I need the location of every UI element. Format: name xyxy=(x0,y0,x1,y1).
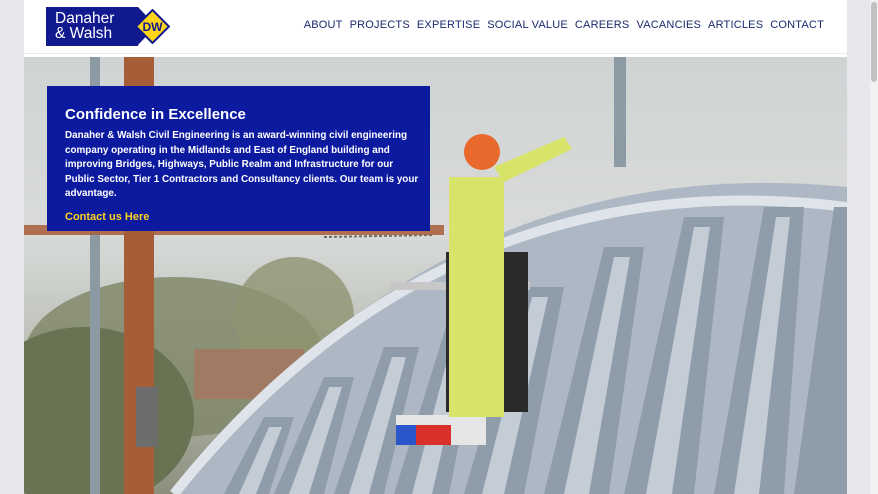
nav-careers[interactable]: CAREERS xyxy=(575,19,630,31)
nav-expertise[interactable]: EXPERTISE xyxy=(417,19,480,31)
nav-articles[interactable]: ARTICLES xyxy=(708,19,763,31)
site-header: Danaher & Walsh DW ABOUT PROJECTS EXPERT… xyxy=(24,0,847,54)
contact-us-link[interactable]: Contact us Here xyxy=(65,211,149,223)
logo-box: Danaher & Walsh xyxy=(46,7,138,46)
nav-projects[interactable]: PROJECTS xyxy=(350,19,410,31)
logo-line-2: & Walsh xyxy=(55,25,113,42)
logo-badge-text: DW xyxy=(143,20,164,34)
scrollbar-thumb[interactable] xyxy=(871,2,877,82)
page: Danaher & Walsh DW ABOUT PROJECTS EXPERT… xyxy=(24,0,847,494)
nav-vacancies[interactable]: VACANCIES xyxy=(636,19,701,31)
intro-panel: Confidence in Excellence Danaher & Walsh… xyxy=(47,86,430,231)
main-nav: ABOUT PROJECTS EXPERTISE SOCIAL VALUE CA… xyxy=(304,19,824,31)
nav-contact[interactable]: CONTACT xyxy=(770,19,824,31)
logo-line-1: Danaher xyxy=(55,10,115,27)
intro-title: Confidence in Excellence xyxy=(65,106,246,123)
company-logo[interactable]: Danaher & Walsh DW xyxy=(46,7,170,46)
nav-social-value[interactable]: SOCIAL VALUE xyxy=(487,19,568,31)
page-scrollbar[interactable] xyxy=(870,0,878,494)
intro-text: Danaher & Walsh Civil Engineering is an … xyxy=(65,130,419,199)
hero-section: Confidence in Excellence Danaher & Walsh… xyxy=(24,57,847,494)
logo-badge-icon: DW xyxy=(135,9,170,44)
logo-wordmark: Danaher & Walsh xyxy=(55,10,115,42)
nav-about[interactable]: ABOUT xyxy=(304,19,343,31)
